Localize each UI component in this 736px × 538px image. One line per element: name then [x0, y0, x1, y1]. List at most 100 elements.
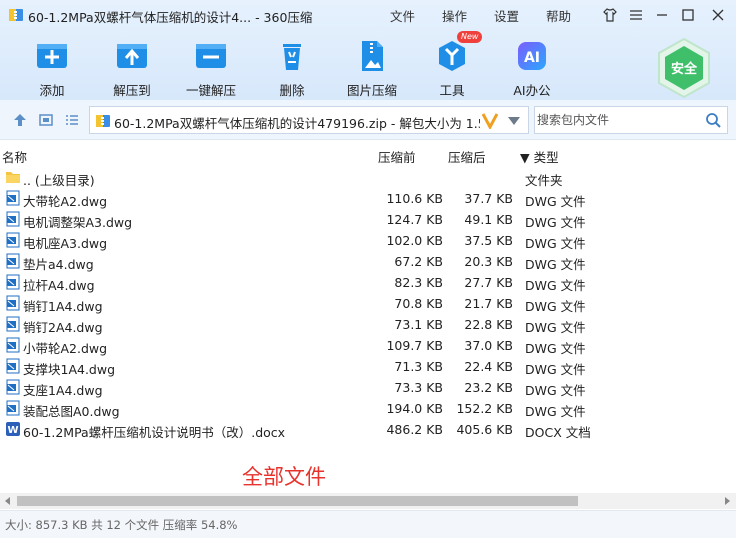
- image-compress-button[interactable]: 图片压缩: [333, 38, 411, 99]
- horizontal-scrollbar[interactable]: [0, 493, 736, 509]
- path-text: 60-1.2MPa双螺杆气体压缩机的设计479196.zip - 解包大小为 1…: [114, 116, 480, 131]
- file-type: DWG 文件: [525, 299, 586, 314]
- path-field[interactable]: 60-1.2MPa双螺杆气体压缩机的设计479196.zip - 解包大小为 1…: [89, 106, 529, 134]
- one-click-extract-label: 一键解压: [185, 83, 236, 98]
- tools-button[interactable]: New 工具: [413, 31, 491, 99]
- file-size: 73.3 KB: [394, 380, 443, 395]
- table-row[interactable]: 支座1A4.dwg 73.3 KB 23.2 KB DWG 文件: [0, 377, 736, 398]
- dwg-file-icon: [6, 274, 20, 290]
- dwg-file-icon: [6, 337, 20, 353]
- file-size: 70.8 KB: [394, 296, 443, 311]
- add-icon: [37, 44, 67, 68]
- tools-label: 工具: [439, 83, 465, 98]
- file-size: 102.0 KB: [386, 233, 443, 248]
- menu-operate[interactable]: 操作: [442, 6, 467, 25]
- column-type[interactable]: ▼ 类型: [520, 147, 559, 166]
- file-type: DWG 文件: [525, 194, 586, 209]
- file-compressed-size: 22.8 KB: [464, 317, 513, 332]
- file-type: 文件夹: [525, 173, 563, 188]
- search-field[interactable]: [534, 106, 728, 134]
- table-row[interactable]: 拉杆A4.dwg 82.3 KB 27.7 KB DWG 文件: [0, 272, 736, 293]
- table-row[interactable]: 销钉1A4.dwg 70.8 KB 21.7 KB DWG 文件: [0, 293, 736, 314]
- menu-settings[interactable]: 设置: [494, 6, 519, 25]
- file-name: .. (上级目录): [23, 173, 95, 188]
- skin-button[interactable]: [600, 5, 620, 25]
- table-row[interactable]: 垫片a4.dwg 67.2 KB 20.3 KB DWG 文件: [0, 251, 736, 272]
- table-row[interactable]: W 60-1.2MPa螺杆压缩机设计说明书（改）.docx 486.2 KB 405.…: [0, 419, 736, 440]
- menu-help[interactable]: 帮助: [546, 6, 571, 25]
- column-size[interactable]: 压缩前: [378, 147, 416, 166]
- maximize-button[interactable]: [678, 5, 698, 25]
- file-size: 67.2 KB: [394, 254, 443, 269]
- scrollbar-thumb[interactable]: [17, 496, 578, 506]
- search-icon[interactable]: [705, 112, 721, 128]
- ai-office-label: AI办公: [513, 83, 551, 98]
- file-size: 194.0 KB: [386, 401, 443, 416]
- file-name: 小带轮A2.dwg: [23, 341, 108, 356]
- file-name: 支座1A4.dwg: [23, 383, 103, 398]
- image-compress-label: 图片压缩: [346, 83, 397, 98]
- table-row[interactable]: 电机调整架A3.dwg 124.7 KB 49.1 KB DWG 文件: [0, 209, 736, 230]
- file-name: 拉杆A4.dwg: [23, 278, 95, 293]
- dwg-file-icon: [6, 358, 20, 374]
- search-input[interactable]: [537, 111, 697, 129]
- minimize-button[interactable]: [652, 5, 672, 25]
- one-click-extract-button[interactable]: 一键解压: [172, 38, 250, 99]
- window-title: 60-1.2MPa双螺杆气体压缩机的设计4... - 360压缩: [28, 10, 313, 25]
- thumbnail-view-icon[interactable]: [38, 112, 54, 128]
- file-type: DWG 文件: [525, 257, 586, 272]
- chevron-down-icon[interactable]: [508, 117, 520, 125]
- scroll-left-icon[interactable]: [3, 496, 13, 506]
- file-name: 60-1.2MPa螺杆压缩机设计说明书（改）.docx: [23, 425, 286, 440]
- file-type: DWG 文件: [525, 215, 586, 230]
- address-bar-row: 60-1.2MPa双螺杆气体压缩机的设计479196.zip - 解包大小为 1…: [0, 100, 736, 140]
- table-row[interactable]: 支撑块1A4.dwg 71.3 KB 22.4 KB DWG 文件: [0, 356, 736, 377]
- file-compressed-size: 49.1 KB: [464, 212, 513, 227]
- safe-badge[interactable]: 安全: [653, 37, 715, 99]
- dwg-file-icon: [6, 211, 20, 227]
- column-header: 名称 压缩前 压缩后 ▼ 类型: [0, 143, 736, 165]
- file-size: 110.6 KB: [386, 191, 443, 206]
- dwg-file-icon: [6, 253, 20, 269]
- file-size: 486.2 KB: [386, 422, 443, 437]
- table-row[interactable]: 大带轮A2.dwg 110.6 KB 37.7 KB DWG 文件: [0, 188, 736, 209]
- list-view-icon[interactable]: [64, 112, 80, 128]
- dwg-file-icon: [6, 232, 20, 248]
- file-name: 销钉2A4.dwg: [23, 320, 103, 335]
- file-type: DWG 文件: [525, 278, 586, 293]
- ai-icon-text: AI: [524, 50, 540, 66]
- table-row[interactable]: 电机座A3.dwg 102.0 KB 37.5 KB DWG 文件: [0, 230, 736, 251]
- close-button[interactable]: [708, 5, 728, 25]
- ai-office-button[interactable]: AI AI办公: [493, 38, 571, 99]
- safe-label: 安全: [671, 61, 698, 77]
- file-name: 大带轮A2.dwg: [23, 194, 108, 209]
- overlay-caption: 全部文件: [242, 465, 326, 489]
- file-size: 71.3 KB: [394, 359, 443, 374]
- file-compressed-size: 37.0 KB: [464, 338, 513, 353]
- table-row[interactable]: 装配总图A0.dwg 194.0 KB 152.2 KB DWG 文件: [0, 398, 736, 419]
- file-list: 名称 压缩前 压缩后 ▼ 类型 .. (上级目录) 文件夹大带轮A2.dwg 110…: [0, 143, 736, 493]
- svg-text:W: W: [7, 425, 18, 436]
- menu-file[interactable]: 文件: [390, 6, 415, 25]
- up-arrow-icon[interactable]: [12, 112, 28, 128]
- delete-button[interactable]: 删除: [253, 38, 331, 99]
- extract-to-icon: [117, 44, 147, 68]
- add-button[interactable]: 添加: [13, 38, 91, 99]
- table-row[interactable]: 小带轮A2.dwg 109.7 KB 37.0 KB DWG 文件: [0, 335, 736, 356]
- table-row[interactable]: .. (上级目录) 文件夹: [0, 167, 736, 188]
- file-size: 124.7 KB: [386, 212, 443, 227]
- dwg-file-icon: [6, 190, 20, 206]
- scroll-right-icon[interactable]: [722, 496, 732, 506]
- file-size: 73.1 KB: [394, 317, 443, 332]
- file-type: DWG 文件: [525, 383, 586, 398]
- add-label: 添加: [39, 83, 65, 98]
- menu-button[interactable]: [626, 5, 646, 25]
- dwg-file-icon: [6, 316, 20, 332]
- delete-label: 删除: [279, 83, 305, 98]
- extract-to-button[interactable]: 解压到: [93, 38, 171, 99]
- file-compressed-size: 20.3 KB: [464, 254, 513, 269]
- table-row[interactable]: 销钉2A4.dwg 73.1 KB 22.8 KB DWG 文件: [0, 314, 736, 335]
- column-compressed[interactable]: 压缩后: [448, 147, 486, 166]
- column-name[interactable]: 名称: [2, 147, 27, 166]
- ai-office-icon: AI: [518, 42, 546, 70]
